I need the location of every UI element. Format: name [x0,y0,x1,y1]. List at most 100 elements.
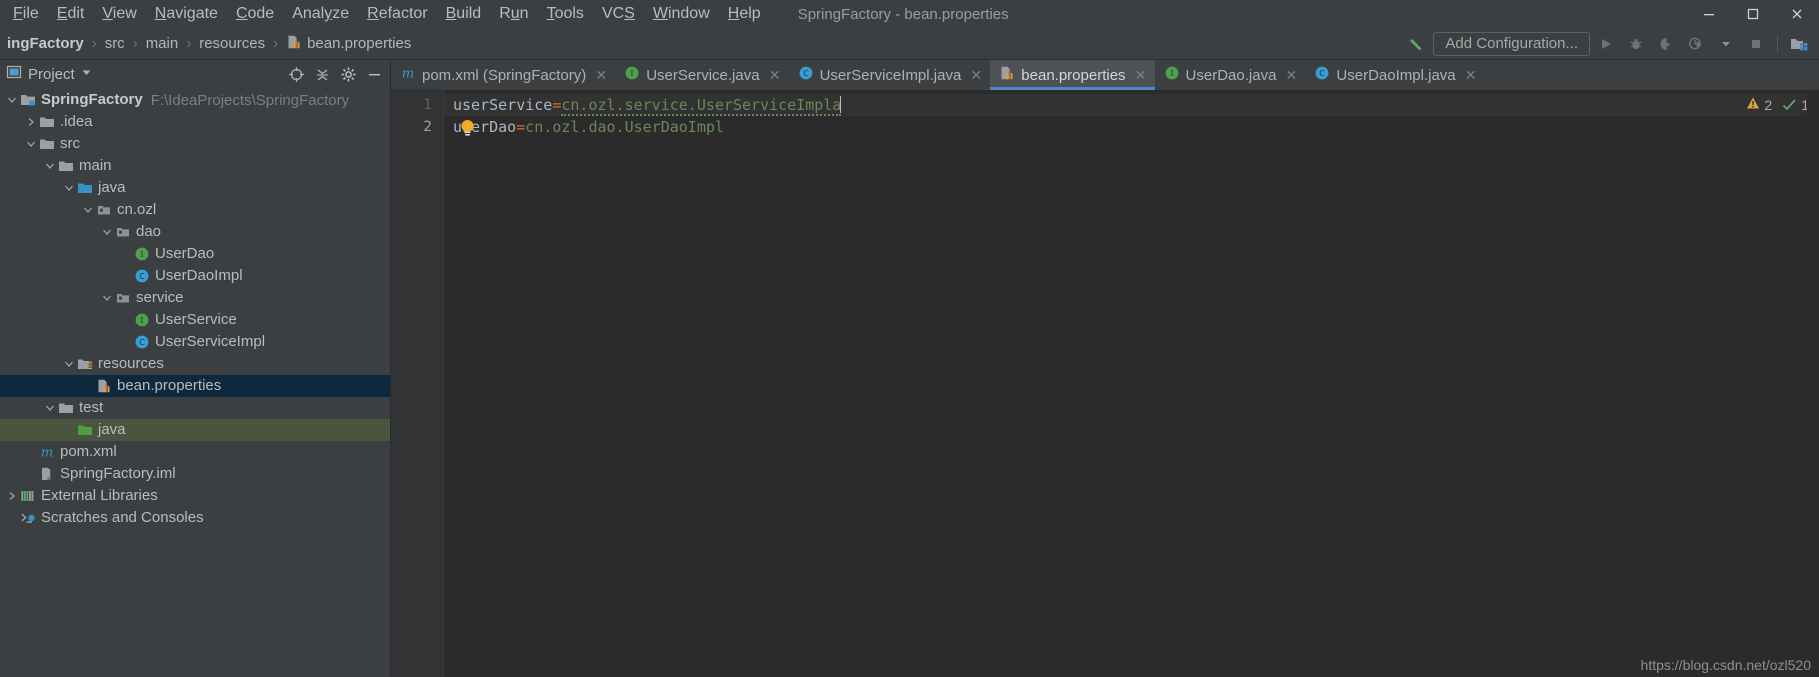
chevron-down-icon[interactable] [23,133,38,155]
menu-item-edit[interactable]: Edit [48,2,94,26]
chevron-down-icon[interactable] [99,221,114,243]
close-tab-icon[interactable]: ✕ [1285,67,1298,84]
maximize-icon[interactable] [1731,0,1775,28]
menu-item-tools[interactable]: Tools [538,2,593,26]
close-tab-icon[interactable]: ✕ [970,67,982,84]
run-coverage-icon[interactable] [1652,32,1680,56]
property-key: userService [453,96,553,114]
editor-tab-userservice-java[interactable]: I UserService.java ✕ [615,60,788,90]
add-configuration-button[interactable]: Add Configuration... [1433,31,1590,56]
close-tab-icon[interactable]: ✕ [1465,67,1477,84]
breadcrumb-item-bean-properties[interactable]: bean.properties [283,32,414,56]
tree-item-userserviceimpl[interactable]: C UserServiceImpl [0,331,390,353]
tree-item-label: bean.properties [117,377,222,394]
breadcrumb-label: ingFactory [7,35,84,52]
editor-tab-userdaoimpl-java[interactable]: C UserDaoImpl.java ✕ [1305,60,1484,90]
tree-item-userdao[interactable]: I UserDao [0,243,390,265]
tree-item-java[interactable]: java [0,177,390,199]
run-icon[interactable] [1592,32,1620,56]
locate-target-icon[interactable] [284,63,308,85]
window-title: SpringFactory - bean.properties [797,5,1009,23]
tree-item-cn-ozl[interactable]: cn.ozl [0,199,390,221]
chevron-down-icon[interactable] [99,287,114,309]
tree-item-pom-xml[interactable]: m pom.xml [0,441,390,463]
chevron-down-icon[interactable] [42,155,57,177]
tree-item-userdaoimpl[interactable]: C UserDaoImpl [0,265,390,287]
tree-item-java[interactable]: java [0,419,390,441]
menu-item-help[interactable]: Help [719,2,770,26]
close-tab-icon[interactable]: ✕ [769,67,781,84]
menu-item-refactor[interactable]: Refactor [358,2,436,26]
menu-item-run[interactable]: Run [490,2,537,26]
svg-text:I: I [631,69,634,78]
menu-item-analyze[interactable]: Analyze [283,2,358,26]
tree-item-external-libraries[interactable]: External Libraries [0,485,390,507]
chevron-down-icon[interactable] [61,177,76,199]
text-caret [840,96,842,113]
menu-item-navigate[interactable]: Navigate [146,2,227,26]
tree-item--idea[interactable]: .idea [0,111,390,133]
project-tree[interactable]: SpringFactory F:\IdeaProjects\SpringFacto… [0,88,390,677]
code-editor[interactable]: userService = cn.ozl.service.UserServiceIm… [444,91,1819,677]
code-line[interactable]: userService=cn.ozl.service.UserServiceIm… [444,94,1819,116]
build-hammer-icon[interactable] [1403,32,1431,56]
menu-item-file[interactable]: File [4,2,48,26]
collapse-all-icon[interactable] [310,63,334,85]
project-structure-icon[interactable] [1785,32,1813,56]
breadcrumb-item-main[interactable]: main [143,33,182,54]
hide-panel-icon[interactable] [362,63,386,85]
chevron-right-icon[interactable] [23,111,38,133]
properties-file-icon [95,375,113,397]
editor-scrollbar[interactable] [1807,91,1819,677]
breadcrumb-item-resources[interactable]: resources [196,33,268,54]
chevron-down-icon[interactable] [61,353,76,375]
property-key: userDao [453,118,517,136]
tree-item-label: SpringFactory.iml [60,465,176,482]
tree-item-test[interactable]: test [0,397,390,419]
tree-arrow-placeholder [23,441,38,463]
editor-tab-pom-xml--springfactory-[interactable]: m pom.xml (SpringFactory) ✕ [391,60,615,90]
tree-item-resources[interactable]: resources [0,353,390,375]
maven-icon: m [400,65,416,85]
close-tab-icon[interactable]: ✕ [595,67,607,84]
editor-tab-userserviceimpl-java[interactable]: C UserServiceImpl.java ✕ [789,60,991,90]
chevron-down-icon[interactable] [42,397,57,419]
menu-item-view[interactable]: View [93,2,145,26]
minimize-icon[interactable] [1687,0,1731,28]
settings-gear-icon[interactable] [336,63,360,85]
breadcrumb-item-src[interactable]: src [102,33,128,54]
close-tab-icon[interactable]: ✕ [1135,67,1147,84]
menu-item-build[interactable]: Build [437,2,491,26]
tree-item-src[interactable]: src [0,133,390,155]
main-content: Project SpringFactory F:\IdeaProjects\Sp… [0,60,1819,677]
tree-item-scratches-and-consoles[interactable]: Scratches and Consoles [0,507,390,529]
editor-tab-userdao-java[interactable]: I UserDao.java ✕ [1155,60,1306,90]
tree-arrow-placeholder [118,265,133,287]
tree-item-springfactory[interactable]: SpringFactory F:\IdeaProjects\SpringFacto… [0,89,390,111]
tree-item-bean-properties[interactable]: bean.properties [0,375,390,397]
chevron-down-icon[interactable] [80,199,95,221]
close-icon[interactable] [1775,0,1819,28]
menu-item-window[interactable]: Window [644,2,719,26]
profiler-icon[interactable] [1682,32,1710,56]
title-bar: File Edit View Navigate Code Analyze Refactor B… [0,0,1819,28]
inspection-widget[interactable]: 2 1 [1746,96,1809,113]
libraries-icon [19,485,37,507]
code-line[interactable]: userDao=cn.ozl.dao.UserDaoImpl [444,116,1819,138]
tree-item-dao[interactable]: dao [0,221,390,243]
menu-item-code[interactable]: Code [227,2,283,26]
editor-tab-bean-properties[interactable]: bean.properties ✕ [990,60,1155,90]
chevron-down-icon[interactable] [1712,32,1740,56]
breadcrumb-item-ingfactory[interactable]: ingFactory [4,33,87,54]
tree-item-service[interactable]: service [0,287,390,309]
stop-icon[interactable] [1742,32,1770,56]
tree-item-userservice[interactable]: I UserService [0,309,390,331]
chevron-down-icon[interactable] [4,89,19,111]
tree-item-main[interactable]: main [0,155,390,177]
tree-item-springfactory-iml[interactable]: SpringFactory.iml [0,463,390,485]
menu-item-vcs[interactable]: VCS [593,2,644,26]
chevron-down-icon[interactable] [81,65,92,83]
folder-icon [57,397,75,419]
debug-icon[interactable] [1622,32,1650,56]
chevron-right-icon[interactable] [4,485,19,507]
